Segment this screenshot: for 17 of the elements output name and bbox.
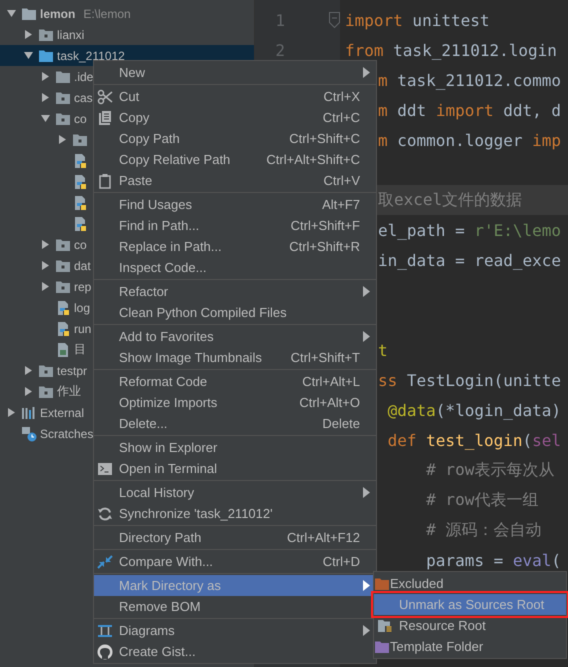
code-line: params = eval( <box>425 550 562 570</box>
code-line: # 源码：会自动 <box>425 520 542 540</box>
code-line: 取excel文件的数据 <box>378 190 522 210</box>
code-line: def test_login(sel <box>386 430 562 450</box>
code-line: m task_211012.commo <box>378 70 562 90</box>
code-line: in_data = read_exce <box>378 250 562 270</box>
path-label: E:\lemon <box>83 6 131 20</box>
code-line: t <box>378 340 388 360</box>
code-line: m common.logger imp <box>378 130 562 150</box>
code-line: from task_211012.login <box>345 40 557 60</box>
code-line: @data(*login_data) <box>386 400 562 420</box>
code-line: m ddt import ddt, d <box>378 100 562 120</box>
code-line: # row表示每次从 <box>425 460 554 480</box>
code-line: # row代表一组 <box>425 490 538 510</box>
code-line: import unittest <box>345 10 490 30</box>
code-line: el_path = r'E:\lemo <box>378 220 562 240</box>
code-line: ss TestLogin(unitte <box>378 370 562 390</box>
